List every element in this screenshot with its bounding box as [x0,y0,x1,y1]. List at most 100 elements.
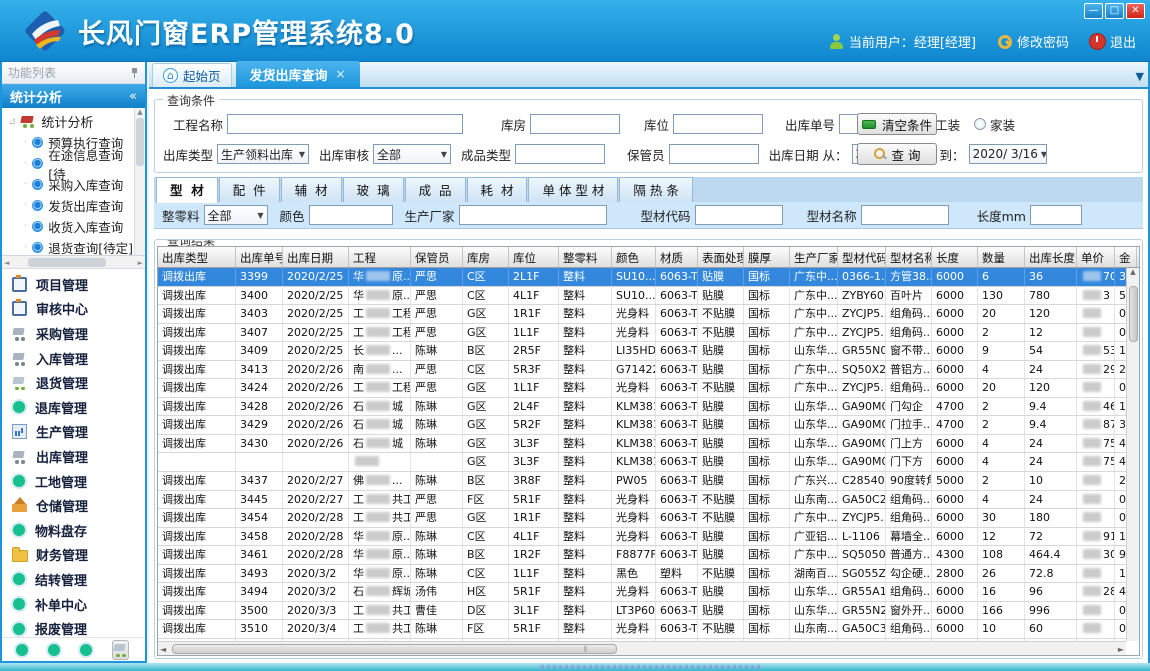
table-row[interactable]: 调拨出库35102020/3/4工共工程陈琳F区5R1F整料光身料6063-T5… [158,620,1126,639]
column-header-0[interactable]: 出库类型 [158,247,236,267]
minimize-button[interactable]: — [1084,3,1103,19]
material-tab-5[interactable]: 耗 材 [467,177,528,202]
material-tab-2[interactable]: 辅 材 [281,177,342,202]
project-name-input[interactable] [227,114,463,134]
tab-home[interactable]: ⌂ 起始页 [152,63,232,87]
column-header-14[interactable]: 型材名称 [886,247,932,267]
product-type-input[interactable] [515,144,605,164]
audit-select[interactable]: 全部▼ [373,144,451,164]
profile-code-input[interactable] [695,205,783,225]
sidebar-item-12[interactable]: 结转管理 [2,567,145,592]
sidebar-item-10[interactable]: 物料盘存 [2,518,145,543]
table-row[interactable]: 调拨出库34132020/2/26南...严思C区5R3F整料G71422606… [158,361,1126,380]
factory-input[interactable] [459,205,607,225]
tab-close-icon[interactable]: × [336,67,346,81]
table-row[interactable]: 调拨出库34302020/2/26石城陈琳G区3L3F整料KLM38176063… [158,435,1126,454]
tab-overflow-button[interactable]: ▼ [1136,70,1144,83]
tree-item-4[interactable]: ·收货入库查询 [8,216,133,237]
collapse-icon[interactable]: « [129,89,137,104]
out-type-select[interactable]: 生产领料出库▼ [217,144,309,164]
tree-root[interactable]: ⊿ 统计分析 [8,111,133,132]
table-row[interactable]: 调拨出库34932020/3/2华原...陈琳C区1L1F整料黑色塑料不贴膜国标… [158,565,1126,584]
column-header-7[interactable]: 整零料 [559,247,612,267]
tab-shipping-outbound-query[interactable]: 发货出库查询 × [236,61,360,87]
column-header-15[interactable]: 长度 [932,247,978,267]
sidebar-item-5[interactable]: 退库管理 [2,395,145,420]
table-row[interactable]: 调拨出库34942020/3/2石辉城汤伟H区5R1F整料光身料6063-T5贴… [158,583,1126,602]
table-row[interactable]: 调拨出库34452020/2/27工共工程严思F区5R1F整料光身料6063-T… [158,491,1126,510]
statistics-group-header[interactable]: 统计分析 « [2,84,145,108]
length-input[interactable] [1030,205,1082,225]
material-tab-1[interactable]: 配 件 [219,177,280,202]
column-header-13[interactable]: 型材代码 [838,247,886,267]
scrollbar-thumb[interactable] [172,644,617,654]
search-button[interactable]: 查 询 [857,143,937,165]
sidebar-item-9[interactable]: 仓储管理 [2,493,145,518]
dot-icon[interactable] [48,644,60,656]
column-header-17[interactable]: 出库长度 [1025,247,1077,267]
column-header-3[interactable]: 工程 [349,247,411,267]
grid-horizontal-scrollbar[interactable]: ⦀ [158,641,1126,655]
table-row[interactable]: 调拨出库34242020/2/26工工程严思G区1L1F整料光身料6063-T5… [158,379,1126,398]
column-header-12[interactable]: 生产厂家 [790,247,838,267]
whole-part-select[interactable]: 全部▼ [204,205,268,225]
table-row[interactable]: 调拨出库34072020/2/25工工程严思G区1L1F整料光身料6063-T5… [158,324,1126,343]
column-header-2[interactable]: 出库日期 [283,247,349,267]
table-row[interactable]: 调拨出库34002020/2/25华原...严思C区4L1F整料SU10...6… [158,287,1126,306]
change-password-button[interactable]: 修改密码 [997,32,1069,51]
table-row[interactable]: 调拨出库34542020/2/28工共工程严思G区1R1F整料光身料6063-T… [158,509,1126,528]
tree-item-5[interactable]: ·退货查询[待定] [8,237,133,256]
sidebar-item-2[interactable]: 采购管理 [2,321,145,346]
column-header-6[interactable]: 库位 [509,247,559,267]
clear-conditions-button[interactable]: 清空条件 [857,113,937,135]
column-header-4[interactable]: 保管员 [411,247,463,267]
tree-expander-icon[interactable]: ⊿ [8,116,16,127]
maximize-button[interactable]: □ [1105,3,1124,19]
logout-button[interactable]: 退出 [1090,32,1136,51]
dot-icon[interactable] [16,644,28,656]
column-header-10[interactable]: 表面处理 [698,247,744,267]
table-row[interactable]: 调拨出库34612020/2/28华原...陈琳B区1R2F整料F8877FT6… [158,546,1126,565]
column-header-19[interactable]: 金 [1115,247,1137,267]
material-tab-4[interactable]: 成 品 [405,177,466,202]
tree-item-3[interactable]: ·发货出库查询 [8,195,133,216]
location-input[interactable] [673,114,763,134]
table-row[interactable]: 调拨出库34292020/2/26石城陈琳G区5R2F整料KLM38176063… [158,416,1126,435]
table-row[interactable]: 调拨出库35002020/3/3工共工程曹佳D区3L1F整料LT3P606063… [158,602,1126,621]
warehouse-input[interactable] [530,114,620,134]
tree-item-2[interactable]: ·采购入库查询 [8,174,133,195]
keeper-input[interactable] [669,144,759,164]
table-row[interactable]: 调拨出库34372020/2/27佛...陈琳B区3R8F整料PW056063-… [158,472,1126,491]
scrollbar-thumb[interactable] [28,258,106,267]
sidebar-item-3[interactable]: 入库管理 [2,346,145,371]
material-tab-6[interactable]: 单 体 型 材 [528,177,618,202]
pin-icon[interactable] [130,67,139,78]
sidebar-item-14[interactable]: 报废管理 [2,616,145,637]
table-row[interactable]: 调拨出库33992020/2/25华原...严思C区2L1F整料SU10...6… [158,268,1126,287]
column-header-18[interactable]: 单价 [1077,247,1115,267]
sidebar-item-1[interactable]: 审核中心 [2,297,145,322]
sidebar-item-6[interactable]: 生产管理 [2,420,145,445]
profile-name-input[interactable] [861,205,949,225]
column-header-9[interactable]: 材质 [656,247,698,267]
tree-vertical-scrollbar[interactable]: ▲ [134,108,145,255]
scrollbar-thumb[interactable] [1129,286,1138,342]
cart-toolbar-button[interactable] [112,640,129,660]
sidebar-item-7[interactable]: 出库管理 [2,444,145,469]
column-header-16[interactable]: 数量 [978,247,1025,267]
material-tab-7[interactable]: 隔 热 条 [619,177,692,202]
sidebar-horizontal-scrollbar[interactable] [2,256,145,269]
table-row[interactable]: 调拨出库34282020/2/26石城陈琳G区2L4F整料KLM38176063… [158,398,1126,417]
radio-jiazhuang[interactable]: 家装 [974,115,1015,134]
column-header-1[interactable]: 出库单号 [236,247,283,267]
grid-vertical-scrollbar[interactable]: ▲ [1126,268,1139,641]
color-input[interactable] [309,205,393,225]
column-header-8[interactable]: 颜色 [612,247,656,267]
sidebar-item-8[interactable]: 工地管理 [2,469,145,494]
table-row[interactable]: 调拨出库34582020/2/28华原...陈琳C区4L1F整料光身料6063-… [158,528,1126,547]
table-row[interactable]: 调拨出库34092020/2/25长...陈琳B区2R5F整料LI35HD606… [158,342,1126,361]
column-header-11[interactable]: 膜厚 [744,247,790,267]
sidebar-item-0[interactable]: 项目管理 [2,272,145,297]
close-button[interactable]: ✕ [1126,3,1145,19]
sidebar-item-4[interactable]: 退货管理 [2,370,145,395]
